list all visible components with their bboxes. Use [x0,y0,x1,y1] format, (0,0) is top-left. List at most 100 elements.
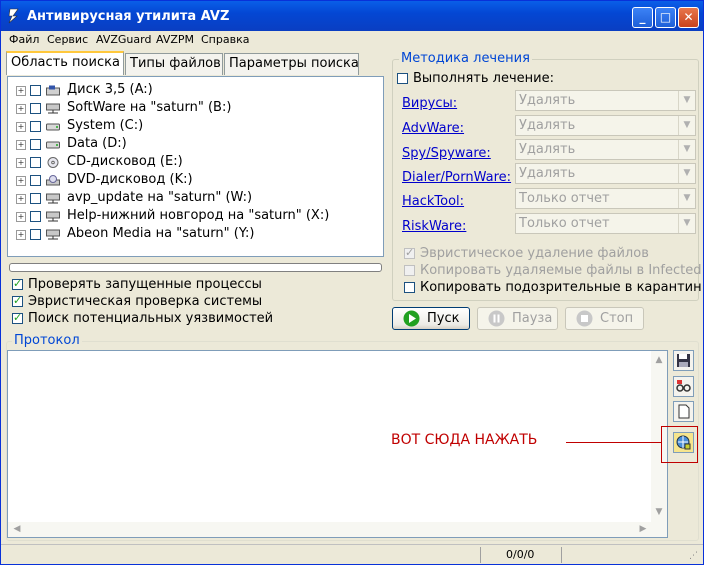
drive-label: Data (D:) [67,136,127,151]
copy-infected-label: Копировать удаляемые файлы в Infected [420,263,702,278]
menu-file[interactable]: Файл [9,33,39,46]
expand-icon[interactable]: + [16,140,26,150]
stop-icon [576,310,593,327]
drive-checkbox[interactable] [30,121,41,132]
expand-icon[interactable]: + [16,230,26,240]
adware-action-select[interactable]: Удалять ▼ [515,115,696,136]
heuristic-check-checkbox[interactable] [12,294,23,307]
drive-checkbox[interactable] [30,103,41,114]
drive-checkbox[interactable] [30,157,41,168]
status-counter: 0/0/0 [506,548,535,561]
drive-checkbox[interactable] [30,85,41,96]
vulnerability-search-checkbox[interactable] [12,311,23,324]
menu-bar: Файл Сервис AVZGuard AVZPM Справка [1,31,703,49]
expand-icon[interactable]: + [16,86,26,96]
menu-service[interactable]: Сервис [47,33,88,46]
play-icon [403,310,420,327]
close-button[interactable]: ✕ [678,7,699,28]
annotation-highlight-box [661,426,698,463]
pause-icon [488,310,505,327]
close-icon: ✕ [683,10,694,24]
riskware-action-select[interactable]: Только отчет ▼ [515,213,696,234]
save-log-button[interactable] [673,350,694,371]
copy-infected-checkbox[interactable] [404,265,415,276]
treatment-group-title: Методика лечения [399,51,532,66]
heuristic-delete-checkbox[interactable] [404,246,415,259]
network-drive-icon [46,193,60,204]
maximize-icon: □ [659,10,672,24]
drive-label: SoftWare на "saturn" (B:) [67,100,232,115]
view-log-button[interactable] [673,376,694,397]
viruses-link[interactable]: Вирусы: [402,96,457,111]
title-bar[interactable]: Антивирусная утилита AVZ _ □ ✕ [1,1,703,31]
drive-checkbox[interactable] [30,175,41,186]
dialer-action-select[interactable]: Удалять ▼ [515,163,696,184]
network-drive-icon [46,211,60,222]
tab-search-params[interactable]: Параметры поиска [224,53,359,75]
drive-checkbox[interactable] [30,139,41,150]
scroll-left-icon[interactable]: ◀ [10,522,24,536]
drive-label: DVD-дисковод (K:) [67,172,193,187]
adware-link[interactable]: AdvWare: [402,121,464,136]
tab-search-area[interactable]: Область поиска [6,51,124,75]
drive-label: avp_update на "saturn" (W:) [67,190,253,205]
expand-icon[interactable]: + [16,104,26,114]
protocol-horizontal-scrollbar[interactable]: ◀ ▶ [8,522,653,537]
drive-label: Abeon Media на "saturn" (Y:) [67,226,255,241]
menu-avzguard[interactable]: AVZGuard [96,33,151,46]
check-processes-checkbox[interactable] [12,277,23,290]
menu-avzpm[interactable]: AVZPM [156,33,194,46]
drive-checkbox[interactable] [30,211,41,222]
app-window: Антивирусная утилита AVZ _ □ ✕ Файл Серв… [0,0,704,565]
blank-document-icon [678,404,690,419]
spyware-link[interactable]: Spy/Spyware: [402,146,491,161]
drive-label: System (C:) [67,118,144,133]
dialer-link[interactable]: Dialer/PornWare: [402,170,511,185]
protocol-log[interactable]: ▲ ▼ ◀ ▶ [7,350,668,538]
riskware-link[interactable]: RiskWare: [402,219,466,234]
chevron-down-icon: ▼ [678,116,695,135]
tab-file-types[interactable]: Типы файлов [125,53,223,75]
resize-grip-icon[interactable]: ⋰ [689,551,698,561]
copy-quarantine-checkbox[interactable] [404,282,415,293]
drive-checkbox[interactable] [30,193,41,204]
chevron-down-icon: ▼ [678,140,695,159]
adware-action-value: Удалять [519,118,576,133]
viruses-action-select[interactable]: Удалять ▼ [515,90,696,111]
drive-label: Диск 3,5 (A:) [67,82,153,97]
expand-icon[interactable]: + [16,122,26,132]
cd-drive-icon [47,157,59,168]
minimize-icon: _ [639,10,646,24]
maximize-button[interactable]: □ [655,7,676,28]
heuristic-check-label: Эвристическая проверка системы [28,294,263,309]
status-separator [561,547,562,563]
new-log-button[interactable] [673,401,694,422]
spyware-action-select[interactable]: Удалять ▼ [515,139,696,160]
chevron-down-icon: ▼ [678,214,695,233]
perform-treatment-checkbox[interactable] [397,73,408,84]
viruses-action-value: Удалять [519,93,576,108]
expand-icon[interactable]: + [16,176,26,186]
hacktool-link[interactable]: HackTool: [402,194,464,209]
menu-help[interactable]: Справка [201,33,249,46]
expand-icon[interactable]: + [16,158,26,168]
drive-tree: + Диск 3,5 (A:) + SoftWare на "saturn" (… [7,76,384,257]
expand-icon[interactable]: + [16,194,26,204]
chevron-down-icon: ▼ [678,189,695,208]
scroll-right-icon[interactable]: ▶ [636,522,650,536]
protocol-title: Протокол [12,333,82,348]
pause-button[interactable]: Пауза [477,307,558,330]
hacktool-action-select[interactable]: Только отчет ▼ [515,188,696,209]
minimize-button[interactable]: _ [632,7,653,28]
hacktool-action-value: Только отчет [519,191,610,206]
start-button[interactable]: Пуск [392,307,470,330]
stop-button[interactable]: Стоп [565,307,644,330]
expand-icon[interactable]: + [16,212,26,222]
scan-progress-bar [9,263,382,272]
chevron-down-icon: ▼ [678,164,695,183]
scroll-down-icon[interactable]: ▼ [652,505,666,519]
pause-label: Пауза [512,311,553,326]
window-title: Антивирусная утилита AVZ [27,9,230,24]
scroll-up-icon[interactable]: ▲ [652,353,666,367]
drive-checkbox[interactable] [30,229,41,240]
